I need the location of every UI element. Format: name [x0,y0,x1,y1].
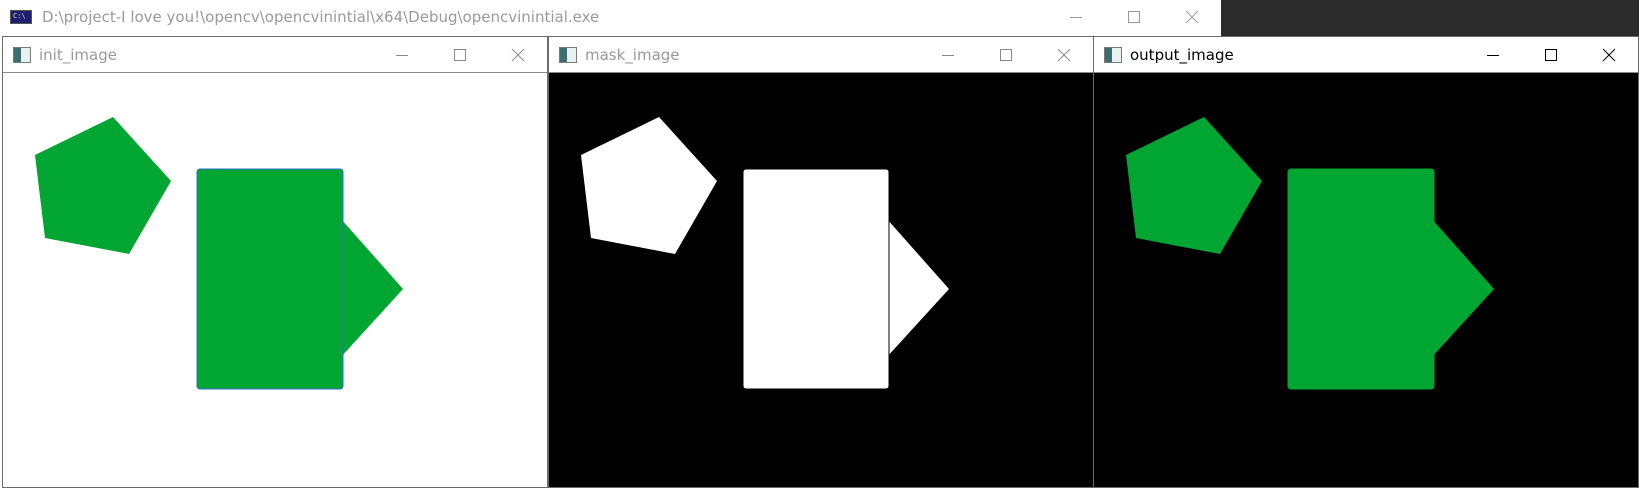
output-image-maximize-button[interactable] [1522,37,1580,73]
maximize-icon [1128,11,1140,23]
init-image-window: init_image [2,36,548,488]
console-close-button[interactable] [1163,0,1221,34]
close-icon [1602,48,1616,62]
mask-image-minimize-button[interactable] [919,37,977,73]
init-image-title: init_image [39,45,117,64]
output-image-shapes [1094,73,1638,487]
mask-image-maximize-button[interactable] [977,37,1035,73]
init-image-shapes [3,73,547,487]
close-icon [1185,10,1199,24]
maximize-icon [1000,49,1012,61]
minimize-icon [1070,17,1082,18]
output-image-minimize-button[interactable] [1464,37,1522,73]
rectangle-shape [196,168,344,390]
mask-image-canvas[interactable] [549,73,1093,487]
close-icon [511,48,525,62]
console-titlebar[interactable]: D:\project-I love you!\opencv\opencvinin… [0,0,1221,34]
close-icon [1057,48,1071,62]
output-image-window-controls [1464,37,1638,73]
window-app-icon [559,46,577,63]
output-image-close-button[interactable] [1580,37,1638,73]
rectangle-shape [742,168,890,390]
mask-image-title: mask_image [585,45,680,64]
output-image-title: output_image [1130,45,1234,64]
console-maximize-button[interactable] [1105,0,1163,34]
output-image-window: output_image [1093,36,1639,488]
init-image-window-controls [373,37,547,73]
console-title: D:\project-I love you!\opencv\opencvinin… [42,8,600,26]
minimize-icon [942,55,954,56]
output-image-titlebar[interactable]: output_image [1094,37,1638,73]
mask-image-window-controls [919,37,1093,73]
minimize-icon [396,55,408,56]
mask-image-close-button[interactable] [1035,37,1093,73]
window-app-icon [13,46,31,63]
rectangle-shape [1287,168,1435,390]
init-image-close-button[interactable] [489,37,547,73]
console-window-controls [1047,0,1221,34]
mask-image-titlebar[interactable]: mask_image [549,37,1093,73]
output-image-canvas[interactable] [1094,73,1638,487]
init-image-minimize-button[interactable] [373,37,431,73]
console-app-icon [10,10,32,24]
console-minimize-button[interactable] [1047,0,1105,34]
init-image-maximize-button[interactable] [431,37,489,73]
minimize-icon [1487,55,1499,56]
init-image-canvas[interactable] [3,73,547,487]
maximize-icon [1545,49,1557,61]
window-app-icon [1104,46,1122,63]
mask-image-window: mask_image [548,36,1094,488]
mask-image-shapes [549,73,1093,487]
init-image-titlebar[interactable]: init_image [3,37,547,73]
maximize-icon [454,49,466,61]
